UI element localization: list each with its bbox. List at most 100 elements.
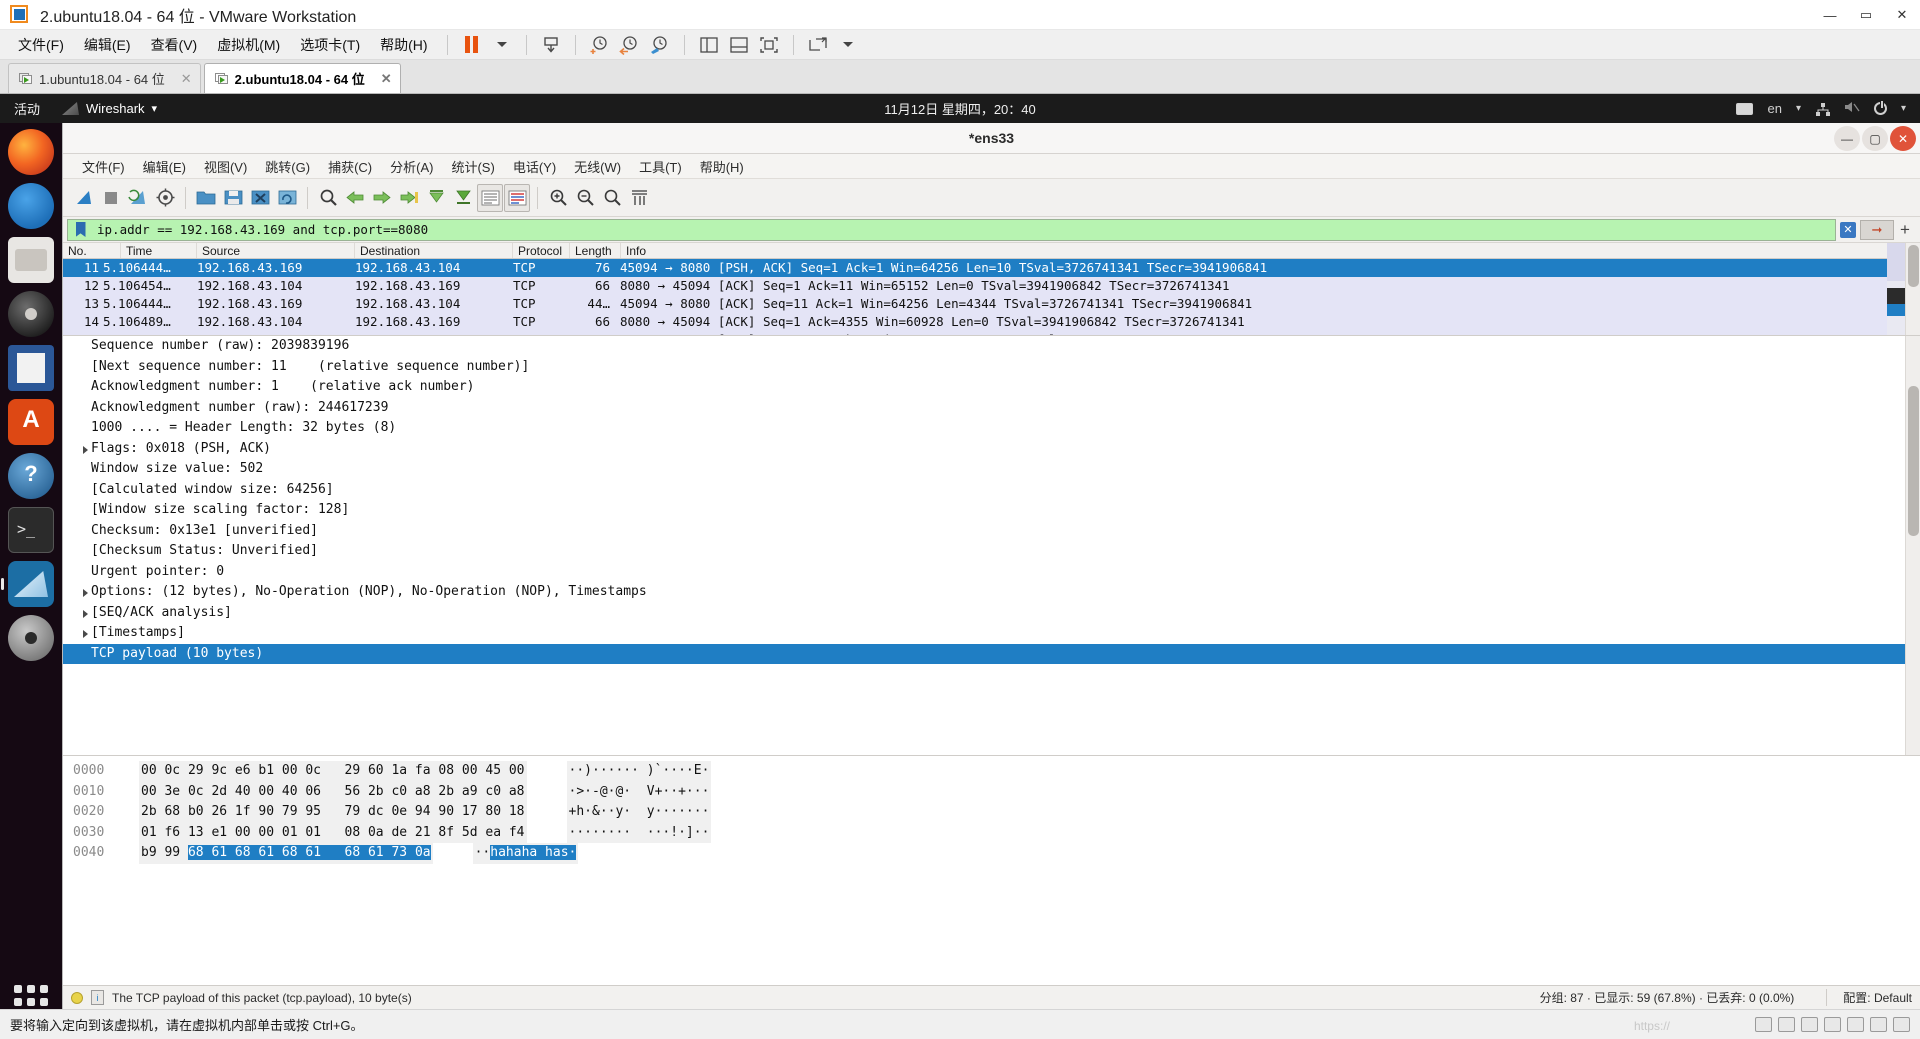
detail-line-seq-ack-analysis[interactable]: [SEQ/ACK analysis] <box>63 603 1920 624</box>
snapshot-revert-icon[interactable] <box>615 32 645 58</box>
packet-row-13[interactable]: 13 5.106444… 192.168.43.169 192.168.43.1… <box>63 295 1920 314</box>
dock-item-libreoffice-writer-icon[interactable] <box>8 345 54 391</box>
vm-tab-1-close-icon[interactable]: ✕ <box>171 71 192 87</box>
dock-item-firefox-icon[interactable] <box>8 129 54 175</box>
vmware-menu-edit[interactable]: 编辑(E) <box>74 32 141 58</box>
go-to-packet-icon[interactable] <box>396 184 422 212</box>
ws-menu-file[interactable]: 文件(F) <box>73 155 134 178</box>
add-filter-button[interactable]: + <box>1894 220 1916 240</box>
ws-menu-analyze[interactable]: 分析(A) <box>381 155 442 178</box>
vm-tab-2-close-icon[interactable]: ✕ <box>371 71 392 87</box>
restart-capture-icon[interactable] <box>125 184 151 212</box>
go-first-packet-icon[interactable] <box>423 184 449 212</box>
sound-card-icon[interactable] <box>1847 1017 1864 1032</box>
expert-info-icon[interactable] <box>71 991 83 1004</box>
detail-line-tcp-payload[interactable]: TCP payload (10 bytes) <box>63 643 1920 664</box>
gnome-clock[interactable]: 11月12日 星期四，20：40 <box>0 99 1920 118</box>
hex-line[interactable]: 0010 00 3e 0c 2d 40 00 40 06 56 2b c0 a8… <box>63 781 1920 802</box>
auto-scroll-icon[interactable] <box>477 183 503 212</box>
printer-icon[interactable] <box>1870 1017 1887 1032</box>
dock-item-rhythmbox-icon[interactable] <box>8 291 54 337</box>
wireshark-maximize-button[interactable]: ▢ <box>1862 126 1888 151</box>
vmware-menu-vm[interactable]: 虚拟机(M) <box>207 32 290 58</box>
ws-menu-edit[interactable]: 编辑(E) <box>134 155 195 178</box>
detail-line[interactable]: Sequence number (raw): 2039839196 <box>63 336 1920 357</box>
bookmark-icon[interactable] <box>72 220 89 240</box>
hex-line[interactable]: 0000 00 0c 29 9c e6 b1 00 0c 29 60 1a fa… <box>63 761 1920 782</box>
ws-menu-wireless[interactable]: 无线(W) <box>565 155 630 178</box>
column-header-source[interactable]: Source <box>197 243 355 259</box>
chevron-down-icon[interactable] <box>487 32 517 58</box>
go-last-packet-icon[interactable] <box>450 184 476 212</box>
zoom-in-icon[interactable] <box>545 184 571 212</box>
capture-file-properties-icon[interactable]: i <box>91 990 104 1005</box>
column-header-no[interactable]: No. <box>63 243 121 259</box>
gnome-app-menu[interactable]: Wireshark ▾ <box>52 101 167 116</box>
save-file-icon[interactable] <box>220 184 246 212</box>
cd-dvd-icon[interactable] <box>1778 1017 1795 1032</box>
resize-columns-icon[interactable] <box>626 184 652 212</box>
power-icon[interactable] <box>1873 101 1887 115</box>
packet-list-intelligent-scrollbar[interactable] <box>1887 243 1905 335</box>
keyboard-icon[interactable] <box>1736 102 1754 115</box>
network-icon[interactable] <box>1815 102 1830 116</box>
wireshark-close-button[interactable]: ✕ <box>1890 126 1916 151</box>
snapshot-manager-icon[interactable] <box>645 32 675 58</box>
detail-line[interactable]: [Window size scaling factor: 128] <box>63 500 1920 521</box>
vmware-maximize-button[interactable]: ▭ <box>1848 0 1884 30</box>
column-header-length[interactable]: Length <box>570 243 621 259</box>
packet-row-12[interactable]: 12 5.106454… 192.168.43.104 192.168.43.1… <box>63 277 1920 296</box>
detail-line[interactable]: Acknowledgment number: 1 (relative ack n… <box>63 377 1920 398</box>
vm-tab-2[interactable]: 2.ubuntu18.04 - 64 位 ✕ <box>203 63 401 93</box>
open-file-icon[interactable] <box>193 184 219 212</box>
go-forward-icon[interactable] <box>369 184 395 212</box>
ws-menu-view[interactable]: 视图(V) <box>195 155 256 178</box>
send-ctrl-alt-del-icon[interactable] <box>536 32 566 58</box>
vmware-menu-file[interactable]: 文件(F) <box>8 32 74 58</box>
dock-item-terminal-icon[interactable] <box>8 507 54 553</box>
vmware-menu-help[interactable]: 帮助(H) <box>370 32 437 58</box>
expand-arrow-icon[interactable] <box>83 589 88 597</box>
view-bottom-panel-icon[interactable] <box>724 32 754 58</box>
display-icon[interactable] <box>1893 1017 1910 1032</box>
expand-arrow-icon[interactable] <box>83 630 88 638</box>
zoom-out-icon[interactable] <box>572 184 598 212</box>
column-header-protocol[interactable]: Protocol <box>513 243 570 259</box>
volume-muted-icon[interactable] <box>1844 100 1860 117</box>
detail-line[interactable]: Checksum: 0x13e1 [unverified] <box>63 521 1920 542</box>
detail-line[interactable]: Acknowledgment number (raw): 244617239 <box>63 398 1920 419</box>
dock-item-files-icon[interactable] <box>8 237 54 283</box>
detail-line[interactable]: 1000 .... = Header Length: 32 bytes (8) <box>63 418 1920 439</box>
find-packet-icon[interactable] <box>315 184 341 212</box>
packet-row-14[interactable]: 14 5.106489… 192.168.43.104 192.168.43.1… <box>63 313 1920 332</box>
detail-line-timestamps[interactable]: [Timestamps] <box>63 623 1920 644</box>
ws-menu-help[interactable]: 帮助(H) <box>691 155 753 178</box>
ws-menu-capture[interactable]: 捕获(C) <box>319 155 381 178</box>
expand-arrow-icon[interactable] <box>83 609 88 618</box>
detail-line-flags[interactable]: Flags: 0x018 (PSH, ACK) <box>63 439 1920 460</box>
chevron-down-icon-2[interactable] <box>833 32 863 58</box>
view-sidebar-icon[interactable] <box>694 32 724 58</box>
apply-filter-icon[interactable]: ➞ <box>1860 219 1894 240</box>
detail-line[interactable]: [Next sequence number: 11 (relative sequ… <box>63 357 1920 378</box>
vmware-close-button[interactable]: ✕ <box>1884 0 1920 30</box>
stop-capture-icon[interactable] <box>98 184 124 212</box>
pause-icon[interactable] <box>457 32 487 58</box>
ws-menu-telephony[interactable]: 电话(Y) <box>504 155 565 178</box>
ws-menu-go[interactable]: 跳转(G) <box>256 155 319 178</box>
hex-line[interactable]: 0030 01 f6 13 e1 00 00 01 01 08 0a de 21… <box>63 822 1920 843</box>
dock-item-help-icon[interactable] <box>8 453 54 499</box>
wireshark-minimize-button[interactable]: — <box>1834 126 1860 151</box>
packet-row-11[interactable]: 11 5.106444… 192.168.43.169 192.168.43.1… <box>63 259 1920 278</box>
column-header-info[interactable]: Info <box>621 243 1920 259</box>
vmware-menu-view[interactable]: 查看(V) <box>141 32 208 58</box>
go-back-icon[interactable] <box>342 184 368 212</box>
detail-line[interactable]: [Calculated window size: 64256] <box>63 480 1920 501</box>
unity-mode-icon[interactable] <box>803 32 833 58</box>
detail-line[interactable]: Window size value: 502 <box>63 459 1920 480</box>
display-filter-input[interactable]: ip.addr == 192.168.43.169 and tcp.port==… <box>67 218 1836 241</box>
gnome-activities-button[interactable]: 活动 <box>0 99 52 118</box>
hex-line[interactable]: 0020 2b 68 b0 26 1f 90 79 95 79 dc 0e 94… <box>63 802 1920 823</box>
hard-disk-icon[interactable] <box>1755 1017 1772 1032</box>
statusbar-profile[interactable]: 配置: Default <box>1826 989 1912 1006</box>
